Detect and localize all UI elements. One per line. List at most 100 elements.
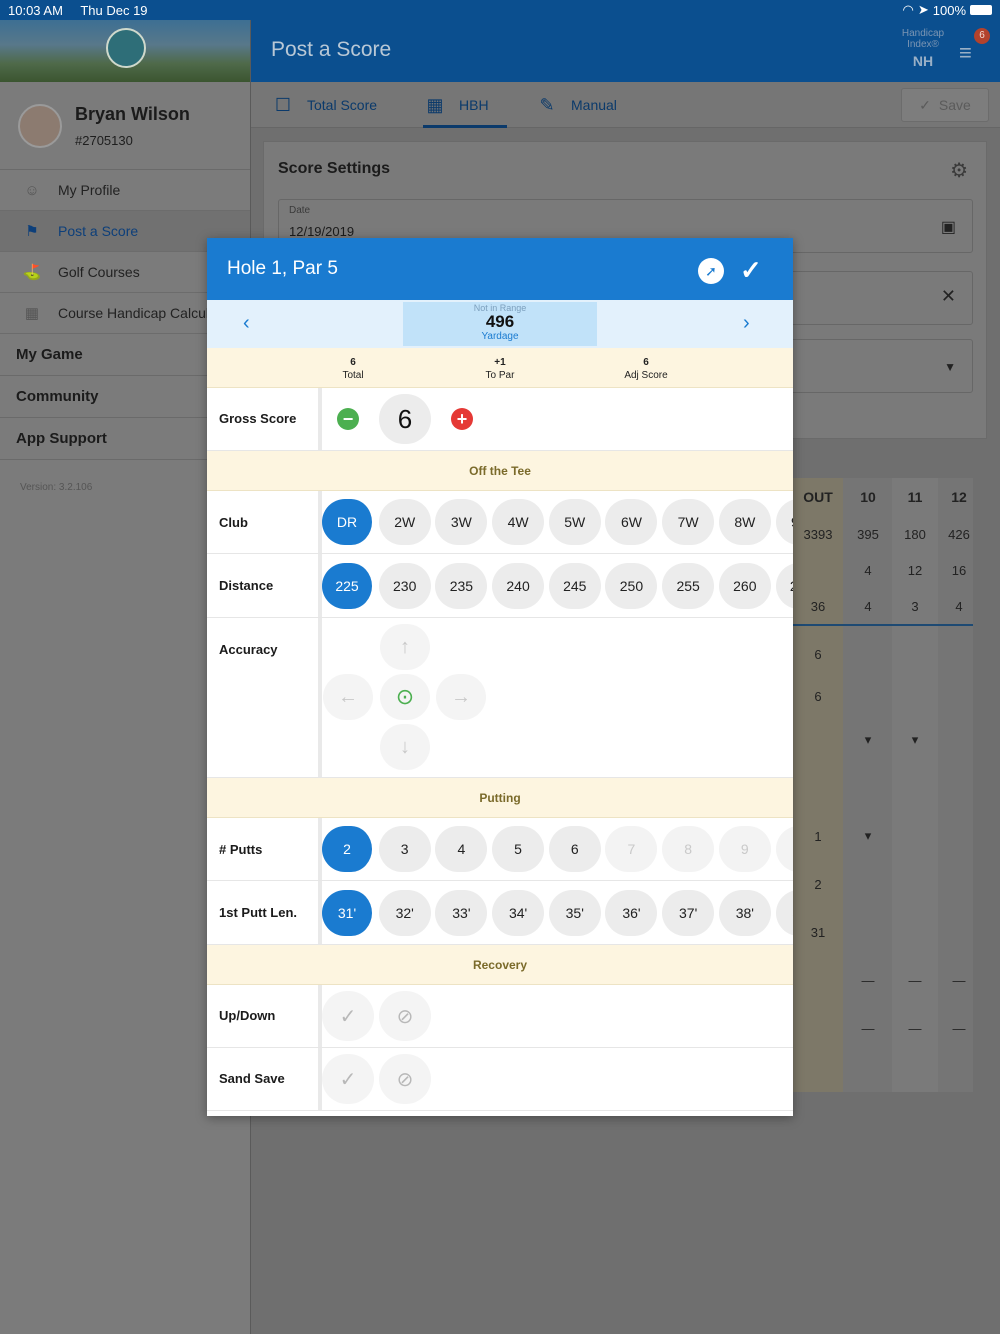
save-button[interactable]: ✓ Save — [901, 88, 989, 122]
putts-option[interactable]: 6 — [548, 826, 601, 872]
sand-save-label: Sand Save — [219, 1071, 285, 1086]
arrow-down-icon[interactable]: ↓ — [380, 724, 430, 770]
compass-icon[interactable]: ➚ — [698, 258, 724, 284]
distance-option[interactable]: 225 — [322, 562, 374, 609]
status-bar: 10:03 AM Thu Dec 19 ◠ ➤ 100% — [0, 0, 1000, 20]
first-putt-option[interactable]: 33' — [435, 889, 488, 936]
distance-option[interactable]: 265 — [775, 562, 793, 609]
check-circle-icon[interactable]: ✓ — [322, 1054, 374, 1104]
score-entry-tabs: ☐ Total Score ▦ HBH ✎ Manual ✓ Save — [251, 82, 1000, 128]
first-putt-option[interactable]: 34' — [492, 889, 545, 936]
first-putt-option[interactable]: 35' — [548, 889, 601, 936]
header-banner-image — [0, 20, 250, 82]
chevron-down-icon[interactable]: ▾ — [892, 716, 938, 764]
column-header: 10 — [860, 489, 876, 505]
scorecard-cell: 4 — [864, 598, 872, 614]
putts-option[interactable]: 7 — [605, 826, 658, 872]
location-icon: ➤ — [917, 2, 929, 17]
check-icon: ✓ — [919, 96, 931, 113]
scorecard-cell — [892, 860, 938, 908]
club-option[interactable]: 2W — [378, 499, 431, 545]
first-putt-option[interactable]: 37' — [662, 889, 715, 936]
chevron-down-icon[interactable]: ▾ — [845, 812, 891, 860]
menu-icon[interactable]: ≡ — [959, 40, 972, 66]
distance-option[interactable]: 250 — [605, 562, 658, 609]
first-putt-option[interactable]: 32' — [378, 889, 431, 936]
first-putt-option[interactable]: 31' — [322, 889, 374, 936]
tab-label: HBH — [459, 97, 489, 113]
chevron-down-icon[interactable]: ▼ — [944, 360, 956, 374]
not-applicable-icon[interactable]: ⊘ — [379, 1054, 431, 1104]
distance-option[interactable]: 245 — [548, 562, 601, 609]
tab-hbh[interactable]: ▦ HBH — [423, 82, 507, 128]
increment-button[interactable]: + — [451, 408, 473, 430]
club-option[interactable]: 9W — [775, 499, 793, 545]
putts-option[interactable]: 10 — [775, 826, 793, 872]
scorecard-cell — [939, 764, 973, 812]
putts-option[interactable]: 5 — [492, 826, 545, 872]
handicap-value: NH — [912, 53, 934, 69]
distance-option[interactable]: 230 — [378, 562, 431, 609]
tab-total-score[interactable]: ☐ Total Score — [273, 82, 377, 128]
confirm-check-icon[interactable]: ✓ — [740, 255, 762, 286]
distance-option[interactable]: 255 — [662, 562, 715, 609]
sand-save-row: Sand Save ✓ ⊘ — [207, 1048, 793, 1111]
next-hole-chevron-right-icon[interactable]: › — [743, 312, 750, 335]
club-option[interactable]: 4W — [492, 499, 545, 545]
check-circle-icon[interactable]: ✓ — [322, 991, 374, 1041]
sidebar-item-my-profile[interactable]: ☺ My Profile — [0, 170, 250, 211]
handicap-index[interactable]: Handicap Index® NH — [901, 28, 945, 69]
sidebar-item-label: Golf Courses — [58, 264, 140, 280]
putts-option[interactable]: 4 — [435, 826, 488, 872]
tab-manual[interactable]: ✎ Manual — [537, 82, 616, 128]
club-option[interactable]: 7W — [662, 499, 715, 545]
first-putt-option[interactable]: 39' — [775, 889, 793, 936]
putts-options: 2 3 4 5 6 7 8 9 10 — [322, 818, 793, 880]
score-summary-row: 6 Total +1 To Par 6 Adj Score — [207, 348, 793, 388]
arrow-left-icon[interactable]: ← — [323, 674, 373, 720]
date-label: Date — [289, 205, 311, 216]
putts-option[interactable]: 9 — [718, 826, 771, 872]
row-divider — [318, 618, 322, 777]
first-putt-options: 31' 32' 33' 34' 35' 36' 37' 38' 39' — [322, 881, 793, 944]
distance-option[interactable]: 240 — [492, 562, 545, 609]
arrow-right-icon[interactable]: → — [436, 674, 486, 720]
club-option[interactable]: 5W — [548, 499, 601, 545]
profile-header[interactable]: Bryan Wilson #2705130 — [0, 82, 250, 170]
page-title: Post a Score — [271, 38, 392, 61]
putts-option[interactable]: 3 — [378, 826, 431, 872]
scorecard-cell: — — [861, 972, 875, 988]
previous-hole-chevron-left-icon[interactable]: ‹ — [243, 312, 250, 335]
club-options: DR 2W 3W 4W 5W 6W 7W 8W 9W — [322, 491, 793, 553]
first-putt-option[interactable]: 38' — [718, 889, 771, 936]
scorecard-cell: 6 — [814, 688, 822, 704]
app-header: Post a Score Handicap Index® NH ≡ 6 — [251, 20, 1000, 82]
scorecard-cell — [939, 812, 973, 860]
row-divider — [318, 388, 322, 450]
face-icon: ☺ — [24, 181, 40, 199]
calendar-icon[interactable]: ▣ — [941, 217, 956, 237]
close-icon[interactable]: ✕ — [941, 286, 956, 307]
gear-icon[interactable]: ⚙ — [950, 158, 968, 183]
summary-value: 6 — [643, 357, 649, 368]
club-option[interactable]: 3W — [435, 499, 488, 545]
decrement-button[interactable]: − — [337, 408, 359, 430]
sidebar-item-label: Post a Score — [58, 223, 139, 239]
club-option[interactable]: DR — [322, 499, 374, 545]
distance-option[interactable]: 260 — [718, 562, 771, 609]
scorecard-divider — [793, 624, 973, 626]
first-putt-option[interactable]: 36' — [605, 889, 658, 936]
not-applicable-icon[interactable]: ⊘ — [379, 991, 431, 1041]
club-option[interactable]: 6W — [605, 499, 658, 545]
scorecard-cell — [892, 632, 938, 676]
modal-header: Hole 1, Par 5 ➚ ✓ — [207, 238, 793, 300]
putts-option[interactable]: 2 — [322, 826, 374, 872]
chevron-down-icon[interactable]: ▾ — [845, 716, 891, 764]
scorecard-cell — [845, 860, 891, 908]
putts-option[interactable]: 8 — [662, 826, 715, 872]
arrow-up-icon[interactable]: ↑ — [380, 624, 430, 670]
club-option[interactable]: 8W — [718, 499, 771, 545]
target-center-icon[interactable]: ⊙ — [380, 674, 430, 720]
distance-option[interactable]: 235 — [435, 562, 488, 609]
summary-value: +1 — [494, 357, 506, 368]
